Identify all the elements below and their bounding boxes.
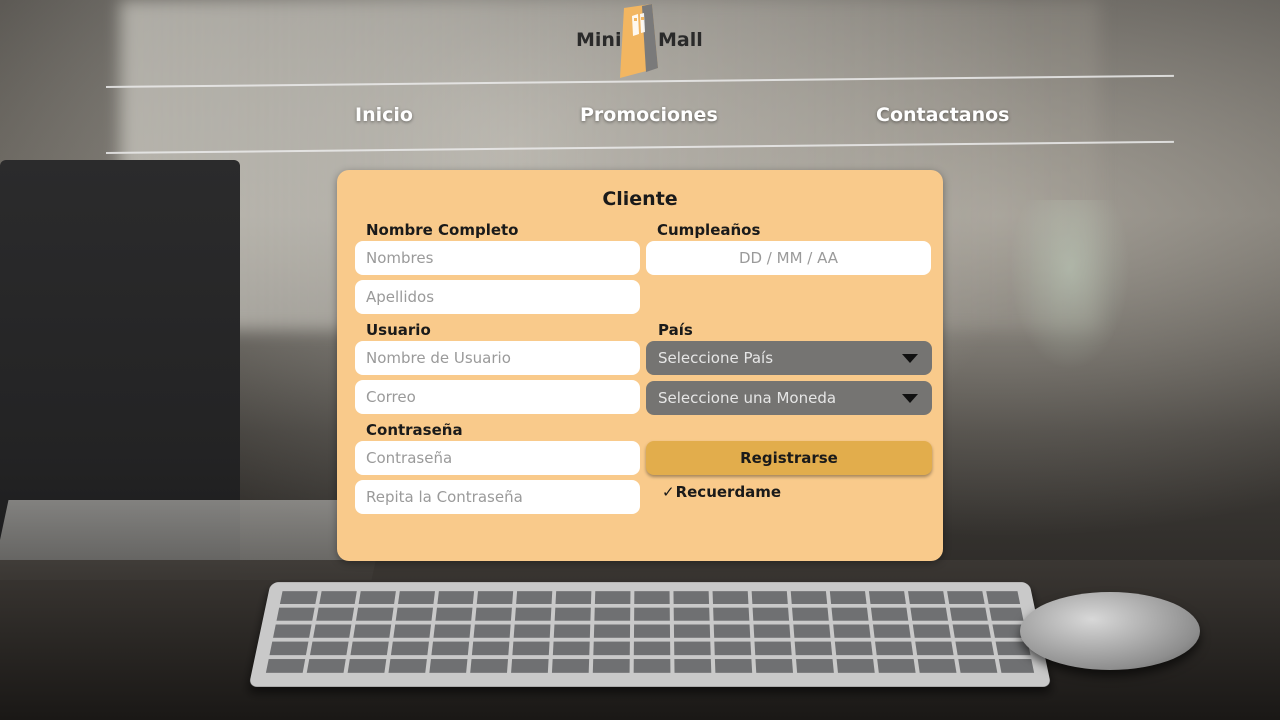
register-button[interactable]: Registrarse: [646, 441, 932, 475]
currency-select[interactable]: Seleccione una Moneda: [646, 381, 932, 415]
nav-link-promociones[interactable]: Promociones: [580, 104, 718, 126]
building-logo-icon: [620, 4, 658, 78]
nav-link-inicio[interactable]: Inicio: [355, 104, 413, 126]
password-label: Contraseña: [366, 421, 463, 439]
main-nav: Inicio Promociones Contactanos: [0, 104, 1280, 132]
checkmark-icon: ✓: [662, 483, 675, 501]
remember-checkbox[interactable]: ✓ Recuerdame: [662, 483, 781, 501]
background-glass: [1010, 200, 1130, 370]
register-card: Cliente Nombre Completo Cumpleaños Nombr…: [337, 170, 943, 561]
remember-label: Recuerdame: [675, 483, 782, 501]
birthday-input[interactable]: DD / MM / AA: [646, 241, 931, 275]
country-select-value: Seleccione País: [658, 349, 774, 367]
country-label: País: [658, 321, 693, 339]
logo-text-mall: Mall: [658, 29, 703, 51]
logo[interactable]: Mini Mall: [576, 4, 706, 80]
full-name-label: Nombre Completo: [366, 221, 519, 239]
password-input[interactable]: Contraseña: [355, 441, 640, 475]
email-input[interactable]: Correo: [355, 380, 640, 414]
card-title: Cliente: [602, 188, 678, 210]
user-label: Usuario: [366, 321, 431, 339]
first-name-input[interactable]: Nombres: [355, 241, 640, 275]
last-name-input[interactable]: Apellidos: [355, 280, 640, 314]
country-select[interactable]: Seleccione País: [646, 341, 932, 375]
dropdown-arrow-icon: [902, 394, 918, 403]
currency-select-value: Seleccione una Moneda: [658, 389, 837, 407]
background-keyboard: [248, 582, 1052, 687]
nav-link-contactanos[interactable]: Contactanos: [876, 104, 1009, 126]
background-mouse: [1020, 592, 1200, 670]
dropdown-arrow-icon: [902, 354, 918, 363]
repeat-password-input[interactable]: Repita la Contraseña: [355, 480, 640, 514]
username-input[interactable]: Nombre de Usuario: [355, 341, 640, 375]
birthday-label: Cumpleaños: [657, 221, 761, 239]
